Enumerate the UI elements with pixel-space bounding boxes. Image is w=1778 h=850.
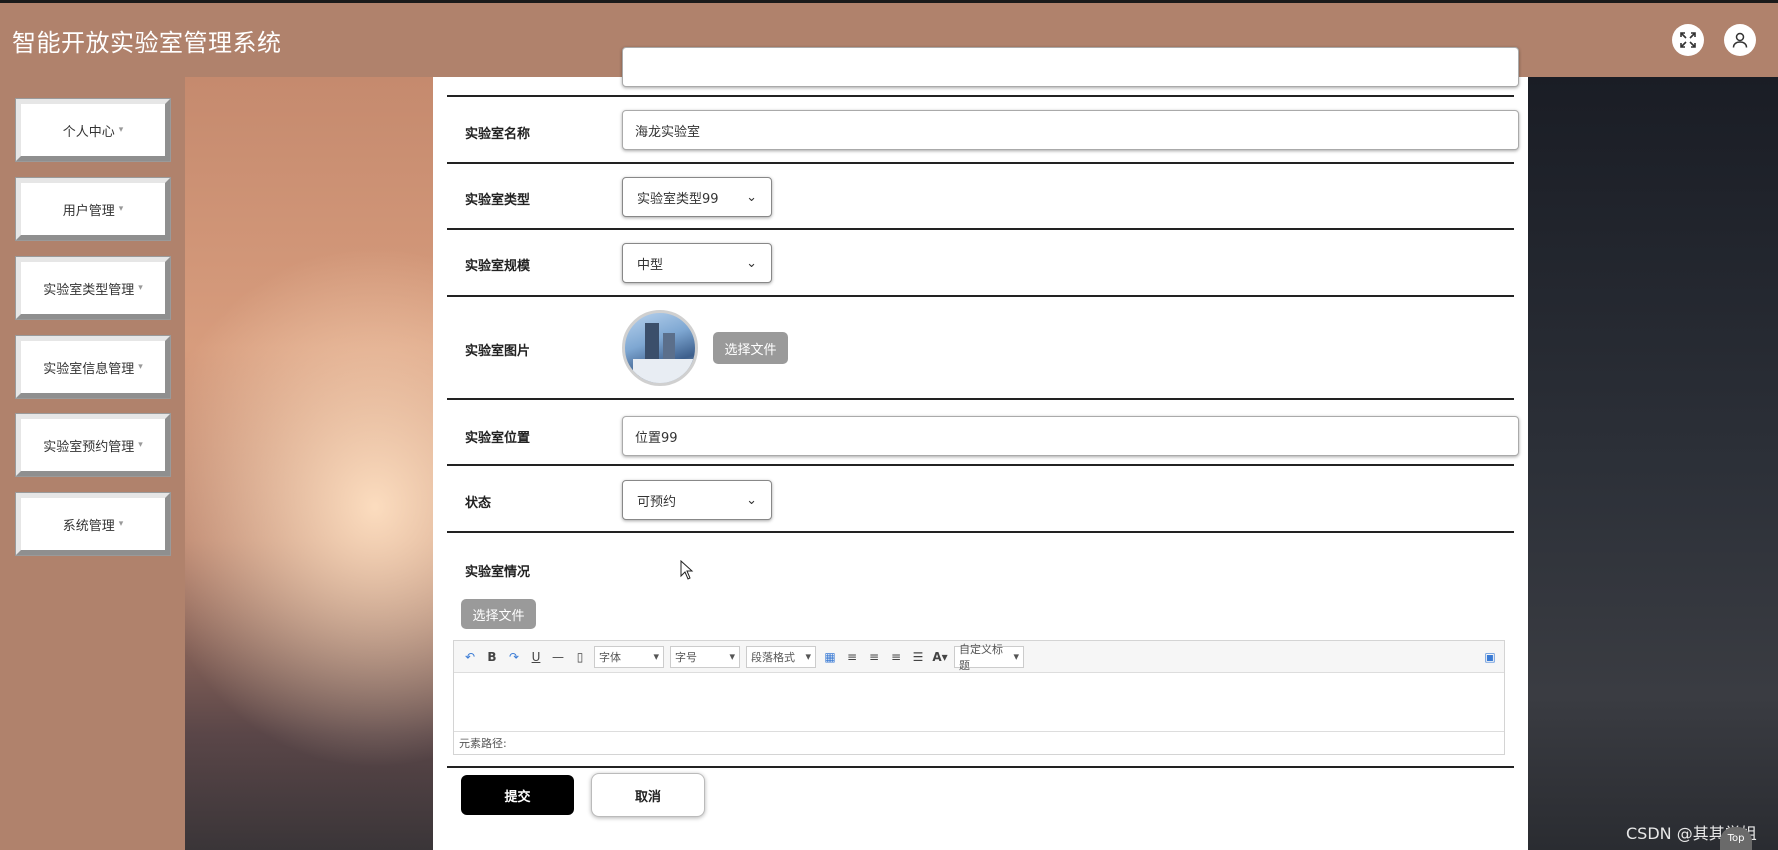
choose-image-file-button[interactable]: 选择文件 [713,332,788,364]
lab-scale-value: 中型 [637,257,664,273]
user-icon [1732,32,1748,48]
form-row-type: 实验室类型 实验室类型99 ⌄ [447,164,1514,230]
sidebar-item-label: 系统管理 [62,518,115,534]
background-right [1527,77,1778,850]
caret-down-icon: ▾ [118,519,124,529]
partial-input[interactable] [622,47,1519,87]
font-family-select[interactable]: 字体 ▾ [594,645,664,668]
divider [447,766,1514,768]
caret-down-icon: ▾ [138,362,143,372]
form-row-location: 实验室位置 位置99 [447,400,1519,466]
redo-icon[interactable]: ↷ [506,650,522,664]
sidebar: 个人中心 ▾ 用户管理 ▾ 实验室类型管理 ▾ 实验室信息管理 ▾ 实验室预约管… [0,77,185,850]
form-row-name: 实验室名称 海龙实验室 [447,97,1519,164]
sidebar-item-personal-center[interactable]: 个人中心 ▾ [15,98,171,162]
font-color-icon[interactable]: A▾ [932,650,948,664]
paragraph-format-label: 段落格式 [751,650,795,664]
top-actions [1672,24,1756,56]
undo-icon[interactable]: ↶ [462,650,478,664]
lab-scale-select[interactable]: 中型 ⌄ [622,243,772,283]
fullscreen-editor-icon[interactable]: ▣ [1482,650,1498,664]
rich-text-editor[interactable]: ↶ B ↷ U — ▯ 字体 ▾ 字号 ▾ 段落格式 ▾ ▦ ≡ ≡ ≡ ☰ A▾ 自… [453,640,1505,755]
submit-button[interactable]: 提交 [461,775,574,815]
cancel-button[interactable]: 取消 [591,773,705,817]
scale-label: 实验室规模 [465,259,531,274]
lab-type-select[interactable]: 实验室类型99 ⌄ [622,177,772,217]
app-title: 智能开放实验室管理系统 [12,28,282,57]
custom-title-select[interactable]: 自定义标题 ▾ [954,643,1024,672]
sidebar-item-label: 实验室类型管理 [43,282,135,298]
status-label: 状态 [465,496,492,511]
name-label: 实验室名称 [465,127,531,142]
bold-icon[interactable]: B [484,650,500,664]
location-label: 实验室位置 [465,431,531,446]
sidebar-item-user-management[interactable]: 用户管理 ▾ [15,177,171,241]
element-path-label: 元素路径: [459,737,507,750]
font-size-select[interactable]: 字号 ▾ [670,645,740,668]
lab-image-thumbnail [622,310,698,386]
chevron-down-icon: ⌄ [746,492,757,508]
align-justify-icon[interactable]: ☰ [910,650,926,664]
back-to-top-button[interactable]: Top [1720,827,1752,850]
horizontal-rule-icon[interactable]: — [550,650,566,664]
type-label: 实验室类型 [465,193,531,208]
sidebar-item-label: 用户管理 [62,203,115,219]
font-family-label: 字体 [599,650,621,664]
custom-title-label: 自定义标题 [959,642,1003,672]
form-row-partial [447,47,1519,97]
caret-down-icon: ▾ [138,283,143,293]
sidebar-item-label: 实验室信息管理 [43,361,135,377]
sidebar-item-lab-info-management[interactable]: 实验室信息管理 ▾ [15,335,171,399]
form-row-scale: 实验室规模 中型 ⌄ [447,230,1514,297]
caret-down-icon: ▾ [138,440,143,450]
lab-name-input[interactable]: 海龙实验室 [622,110,1519,150]
choose-details-file-button[interactable]: 选择文件 [461,599,536,629]
status-value: 可预约 [637,494,677,510]
editor-content-area[interactable] [454,673,1504,731]
align-center-icon[interactable]: ≡ [888,650,904,664]
chevron-down-icon: ⌄ [746,189,757,205]
status-select[interactable]: 可预约 ⌄ [622,480,772,520]
caret-down-icon: ▾ [118,204,124,214]
paragraph-format-select[interactable]: 段落格式 ▾ [746,645,816,668]
user-button[interactable] [1724,24,1756,56]
underline-icon[interactable]: U [528,650,544,664]
sidebar-item-lab-type-management[interactable]: 实验室类型管理 ▾ [15,256,171,320]
editor-path-bar: 元素路径: [454,731,1504,754]
table-icon[interactable]: ▦ [822,650,838,664]
align-left-icon[interactable]: ≡ [844,650,860,664]
chevron-down-icon: ⌄ [746,255,757,271]
sidebar-item-label: 个人中心 [62,124,115,140]
mouse-cursor-icon [680,560,694,580]
font-size-label: 字号 [675,650,697,664]
sidebar-item-label: 实验室预约管理 [43,439,135,455]
fullscreen-button[interactable] [1672,24,1704,56]
document-icon[interactable]: ▯ [572,650,588,664]
image-label: 实验室图片 [465,344,531,359]
sidebar-item-system-management[interactable]: 系统管理 ▾ [15,492,171,556]
align-right-icon[interactable]: ≡ [866,650,882,664]
caret-down-icon: ▾ [118,125,124,135]
details-label: 实验室情况 [465,565,531,580]
expand-icon [1680,32,1696,48]
editor-toolbar: ↶ B ↷ U — ▯ 字体 ▾ 字号 ▾ 段落格式 ▾ ▦ ≡ ≡ ≡ ☰ A▾ 自… [454,641,1504,673]
lab-location-input[interactable]: 位置99 [622,416,1519,456]
sidebar-item-lab-reservation-management[interactable]: 实验室预约管理 ▾ [15,413,171,477]
form-row-status: 状态 可预约 ⌄ [447,466,1514,533]
form-row-image: 实验室图片 选择文件 [447,297,1514,400]
lab-type-value: 实验室类型99 [637,191,719,207]
